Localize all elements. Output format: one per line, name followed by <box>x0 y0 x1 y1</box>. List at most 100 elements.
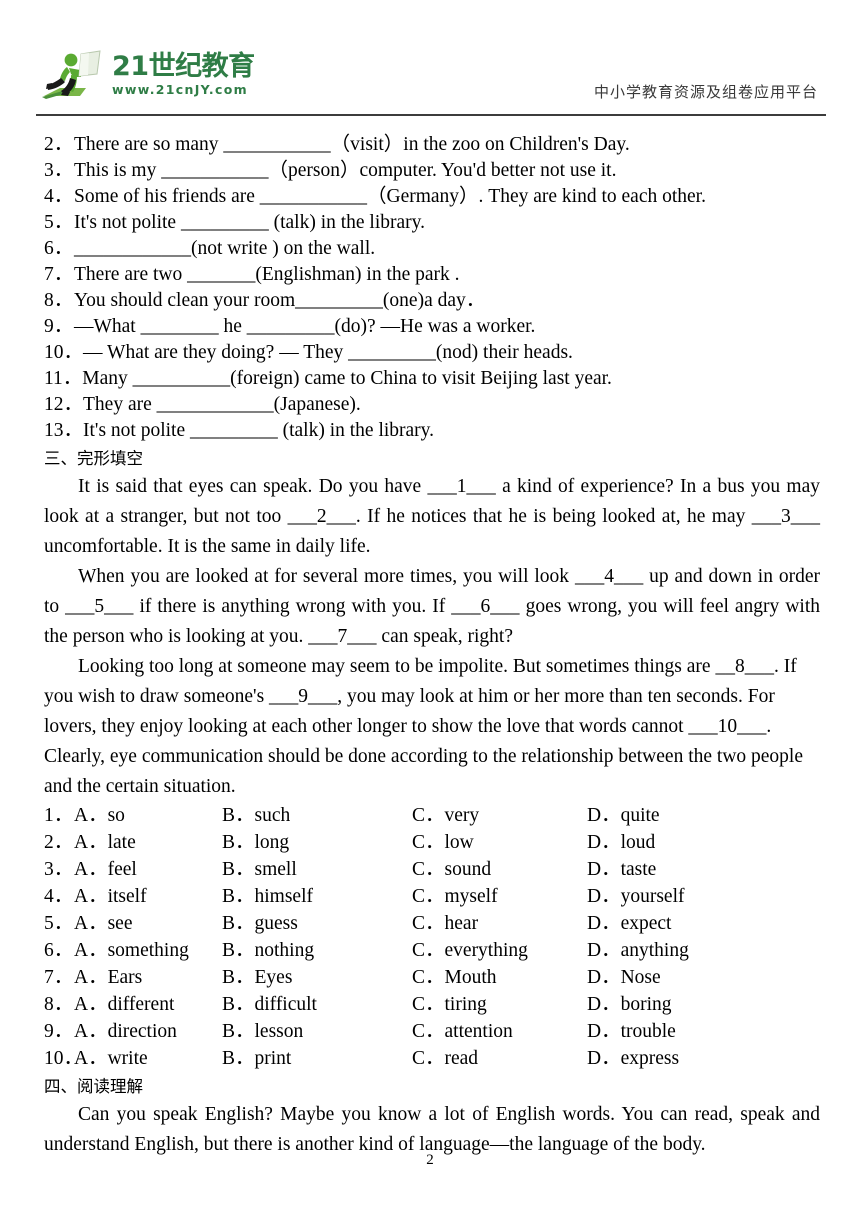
page-header: 21世纪教育 www.21cnJY.com 中小学教育资源及组卷应用平台 <box>36 48 824 114</box>
option-d[interactable]: D．Nose <box>587 964 661 991</box>
option-b[interactable]: B．difficult <box>222 991 317 1018</box>
fill-in-blank-item: 6．____________(not write ) on the wall. <box>44 236 820 262</box>
cloze-paragraph-3: Looking too long at someone may seem to … <box>44 656 804 797</box>
item-text: ____________(not write ) on the wall. <box>74 238 376 259</box>
option-b[interactable]: B．Eyes <box>222 964 292 991</box>
item-number: 4． <box>44 186 74 207</box>
option-row: 8． A．different B．difficult C．tiring D．bo… <box>44 991 820 1018</box>
item-text: There are two _______(Englishman) in the… <box>74 264 460 285</box>
option-d[interactable]: D．anything <box>587 937 689 964</box>
option-c[interactable]: C．read <box>412 1045 478 1072</box>
fill-in-blank-item: 13．It's not polite _________ (talk) in t… <box>44 418 820 444</box>
option-a[interactable]: A．something <box>74 937 189 964</box>
option-a[interactable]: A．different <box>74 991 174 1018</box>
item-number: 12． <box>44 394 84 415</box>
item-number: 3． <box>44 160 74 181</box>
option-row: 4． A．itself B．himself C．myself D．yoursel… <box>44 883 820 910</box>
option-b[interactable]: B．guess <box>222 910 298 937</box>
fill-in-blank-list: 2．There are so many ___________（visit）in… <box>44 132 820 444</box>
item-number: 2． <box>44 134 74 155</box>
header-caption: 中小学教育资源及组卷应用平台 <box>593 83 818 101</box>
header-divider <box>36 114 826 116</box>
option-number: 7． <box>44 967 74 988</box>
fill-in-blank-item: 5．It's not polite _________ (talk) in th… <box>44 210 820 236</box>
document-body: 2．There are so many ___________（visit）in… <box>44 132 820 1160</box>
item-number: 11． <box>44 368 83 389</box>
option-c[interactable]: C．hear <box>412 910 478 937</box>
item-text: There are so many ___________（visit）in t… <box>74 134 630 155</box>
item-text: This is my ___________（person）computer. … <box>74 160 617 181</box>
option-row: 2． A．late B．long C．low D．loud <box>44 829 820 856</box>
running-person-icon <box>42 50 101 99</box>
option-d[interactable]: D．trouble <box>587 1018 676 1045</box>
option-d[interactable]: D．yourself <box>587 883 684 910</box>
section-heading-cloze: 三、完形填空 <box>44 449 143 468</box>
logo-title: 21世纪教育 <box>112 51 255 82</box>
option-c[interactable]: C．myself <box>412 883 498 910</box>
option-d[interactable]: D．boring <box>587 991 672 1018</box>
option-c[interactable]: C．sound <box>412 856 491 883</box>
item-number: 8． <box>44 290 74 311</box>
fill-in-blank-item: 9．—What ________ he _________(do)? —He w… <box>44 314 820 340</box>
option-a[interactable]: A．see <box>74 910 132 937</box>
item-number: 13． <box>44 420 84 441</box>
option-b[interactable]: B．such <box>222 802 290 829</box>
option-number: 2． <box>44 832 74 853</box>
reading-paragraph: Can you speak English? Maybe you know a … <box>44 1104 820 1155</box>
option-d[interactable]: D．quite <box>587 802 660 829</box>
option-a[interactable]: A．feel <box>74 856 137 883</box>
item-text: They are ____________(Japanese). <box>83 394 361 415</box>
item-number: 6． <box>44 238 74 259</box>
option-c[interactable]: C．tiring <box>412 991 487 1018</box>
item-text: —What ________ he _________(do)? —He was… <box>74 316 536 337</box>
option-number: 6． <box>44 940 74 961</box>
option-c[interactable]: C．everything <box>412 937 528 964</box>
option-c[interactable]: C．low <box>412 829 474 856</box>
option-row: 1． A．so B．such C．very D．quite <box>44 802 820 829</box>
option-a[interactable]: A．direction <box>74 1018 177 1045</box>
item-text: — What are they doing? — They _________(… <box>83 342 573 363</box>
document-page: 21世纪教育 www.21cnJY.com 中小学教育资源及组卷应用平台 2．T… <box>0 0 860 1222</box>
item-number: 9． <box>44 316 74 337</box>
fill-in-blank-item: 10．— What are they doing? — They _______… <box>44 340 820 366</box>
option-d[interactable]: D．express <box>587 1045 679 1072</box>
option-a[interactable]: A．late <box>74 829 136 856</box>
section-heading-reading: 四、阅读理解 <box>44 1077 143 1096</box>
item-number: 5． <box>44 212 74 233</box>
fill-in-blank-item: 4．Some of his friends are ___________（Ge… <box>44 184 820 210</box>
fill-in-blank-item: 3．This is my ___________（person）computer… <box>44 158 820 184</box>
option-d[interactable]: D．taste <box>587 856 656 883</box>
option-b[interactable]: B．himself <box>222 883 313 910</box>
option-c[interactable]: C．Mouth <box>412 964 497 991</box>
item-number: 7． <box>44 264 74 285</box>
option-number: 8． <box>44 994 74 1015</box>
item-text: Some of his friends are ___________（Germ… <box>74 186 706 207</box>
option-c[interactable]: C．very <box>412 802 479 829</box>
option-b[interactable]: B．lesson <box>222 1018 303 1045</box>
option-a[interactable]: A．Ears <box>74 964 142 991</box>
option-number: 3． <box>44 859 74 880</box>
option-d[interactable]: D．expect <box>587 910 671 937</box>
option-b[interactable]: B．print <box>222 1045 291 1072</box>
option-row: 3． A．feel B．smell C．sound D．taste <box>44 856 820 883</box>
option-c[interactable]: C．attention <box>412 1018 513 1045</box>
cloze-options-list: 1． A．so B．such C．very D．quite 2． A．late … <box>44 802 820 1072</box>
option-b[interactable]: B．nothing <box>222 937 314 964</box>
option-a[interactable]: A．itself <box>74 883 147 910</box>
option-row: 7． A．Ears B．Eyes C．Mouth D．Nose <box>44 964 820 991</box>
option-a[interactable]: A．write <box>74 1045 148 1072</box>
item-text: It's not polite _________ (talk) in the … <box>74 212 426 233</box>
option-a[interactable]: A．so <box>74 802 125 829</box>
option-number: 9． <box>44 1021 74 1042</box>
fill-in-blank-item: 12．They are ____________(Japanese). <box>44 392 820 418</box>
option-b[interactable]: B．long <box>222 829 289 856</box>
brand-logo: 21世纪教育 www.21cnJY.com <box>40 48 280 110</box>
fill-in-blank-item: 2．There are so many ___________（visit）in… <box>44 132 820 158</box>
option-row: 9． A．direction B．lesson C．attention D．tr… <box>44 1018 820 1045</box>
fill-in-blank-item: 11．Many __________(foreign) came to Chin… <box>44 366 820 392</box>
logo-url: www.21cnJY.com <box>112 82 248 97</box>
option-row: 10． A．write B．print C．read D．express <box>44 1045 820 1072</box>
option-d[interactable]: D．loud <box>587 829 655 856</box>
item-text: You should clean your room_________(one)… <box>74 290 486 311</box>
option-b[interactable]: B．smell <box>222 856 297 883</box>
